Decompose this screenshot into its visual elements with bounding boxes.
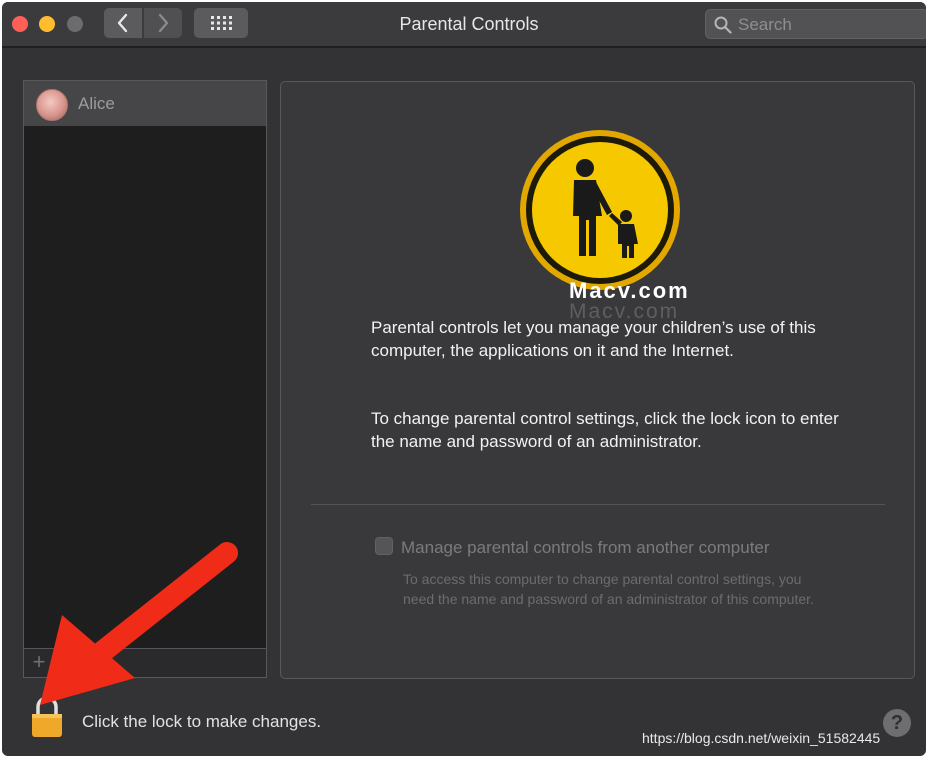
search-placeholder: Search [738, 15, 792, 34]
add-user-button[interactable]: + [24, 649, 55, 677]
lock-icon[interactable] [30, 694, 64, 738]
remote-management-checkbox[interactable] [375, 537, 393, 555]
back-button[interactable] [104, 8, 142, 38]
user-name: Alice [78, 94, 115, 113]
avatar [36, 89, 68, 121]
minimize-window-button[interactable] [39, 16, 55, 32]
forward-button[interactable] [144, 8, 182, 38]
forward-arrow-icon [158, 13, 169, 33]
grid-icon [211, 16, 232, 30]
title-bar: Parental Controls Search [2, 2, 926, 48]
parental-controls-icon [520, 130, 680, 290]
help-button[interactable]: ? [883, 709, 911, 737]
remote-management-description: To access this computer to change parent… [403, 571, 814, 607]
user-list-item[interactable]: Alice [24, 81, 266, 126]
lock-status-text: Click the lock to make changes. [82, 712, 322, 731]
remove-user-button[interactable]: − [55, 649, 86, 677]
user-list: Alice + − [23, 80, 267, 678]
back-arrow-icon [117, 13, 128, 33]
window-title: Parental Controls [399, 14, 539, 34]
info-paragraph: Parental controls let you manage your ch… [371, 318, 816, 360]
parental-controls-panel: Macv.com Macv.com Parental controls let … [280, 81, 915, 679]
close-window-button[interactable] [12, 16, 28, 32]
remote-management-label[interactable]: Manage parental controls from another co… [401, 538, 770, 558]
lock-instruction-paragraph: To change parental control settings, cli… [371, 409, 839, 451]
divider [311, 504, 885, 505]
search-field[interactable]: Search [705, 9, 926, 39]
source-watermark: https://blog.csdn.net/weixin_51582445 [642, 730, 881, 746]
show-all-button[interactable] [194, 8, 248, 38]
search-icon [714, 16, 732, 34]
zoom-window-button[interactable] [67, 16, 83, 32]
preferences-window: Parental Controls Search Alice + − Macv.… [2, 2, 926, 756]
user-list-footer: + − [24, 648, 266, 677]
